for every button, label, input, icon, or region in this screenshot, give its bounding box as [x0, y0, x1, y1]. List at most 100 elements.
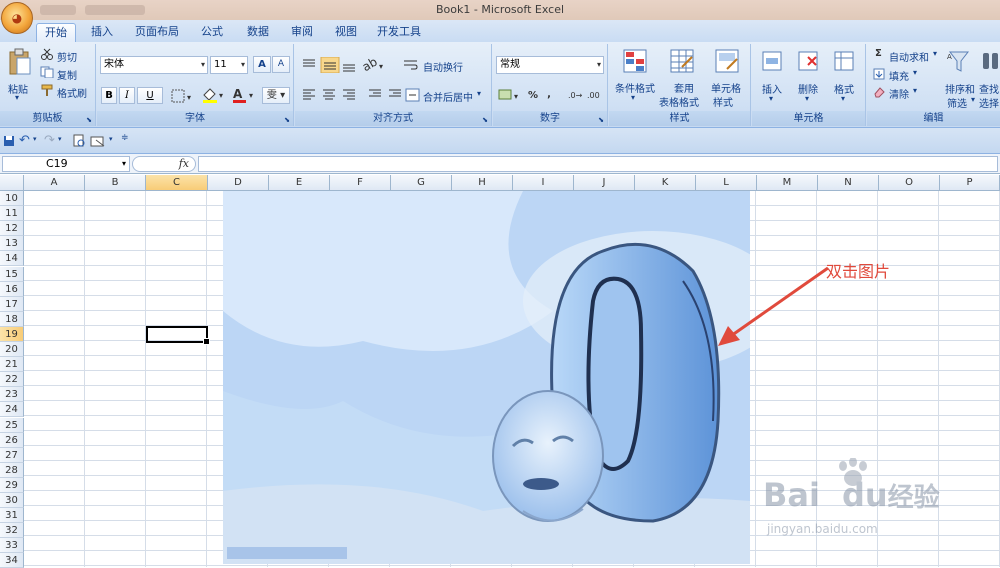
dialog-launcher-icon[interactable]: ⬊ [482, 116, 488, 124]
column-header-d[interactable]: D [208, 175, 269, 191]
chevron-down-icon[interactable]: ▾ [58, 135, 62, 143]
font-size-combo[interactable]: 11 ▾ [210, 56, 248, 74]
find-select-label-2[interactable]: 选择 [979, 95, 999, 110]
chevron-down-icon[interactable]: ▾ [841, 94, 845, 103]
chevron-down-icon[interactable]: ▾ [913, 86, 917, 95]
cell-styles-icon[interactable] [715, 49, 741, 75]
find-select-label[interactable]: 查找 [979, 81, 999, 96]
row-header-31[interactable]: 31 [0, 508, 24, 524]
row-header-15[interactable]: 15 [0, 266, 24, 282]
row-header-22[interactable]: 22 [0, 372, 24, 388]
tab-view[interactable]: 视图 [326, 23, 366, 42]
row-header-19[interactable]: 19 [0, 326, 24, 342]
format-painter-button[interactable]: 格式刷 [57, 85, 87, 100]
delete-cells-icon[interactable] [796, 49, 822, 75]
chevron-down-icon[interactable]: ▾ [805, 94, 809, 103]
chevron-down-icon[interactable]: ▾ [631, 93, 635, 102]
row-header-24[interactable]: 24 [0, 402, 24, 418]
italic-button[interactable]: I [119, 87, 135, 104]
column-header-f[interactable]: F [330, 175, 391, 191]
column-header-g[interactable]: G [391, 175, 452, 191]
column-header-m[interactable]: M [757, 175, 818, 191]
autosum-button[interactable]: 自动求和 [889, 49, 929, 64]
row-header-17[interactable]: 17 [0, 296, 24, 312]
row-header-10[interactable]: 10 [0, 191, 24, 206]
chevron-down-icon[interactable]: ▾ [477, 89, 481, 98]
office-button[interactable]: ◕ [1, 2, 33, 34]
insert-function-box[interactable]: fx [132, 156, 196, 172]
row-header-27[interactable]: 27 [0, 447, 24, 463]
row-header-29[interactable]: 29 [0, 477, 24, 493]
chevron-down-icon[interactable]: ▾ [15, 93, 19, 102]
row-header-20[interactable]: 20 [0, 342, 24, 357]
row-header-11[interactable]: 11 [0, 206, 24, 222]
select-all-corner[interactable] [0, 175, 24, 191]
tab-data[interactable]: 数据 [238, 23, 278, 42]
customize-qat-icon[interactable]: ≑ [121, 133, 129, 143]
column-header-j[interactable]: J [574, 175, 635, 191]
format-as-table-icon[interactable] [670, 49, 696, 75]
name-box[interactable]: C19 ▾ [2, 156, 130, 172]
horizontal-align-icons[interactable] [301, 88, 401, 102]
binoculars-icon[interactable] [981, 49, 1000, 75]
column-header-n[interactable]: N [818, 175, 879, 191]
fill-color-icon[interactable]: ▾ [201, 87, 227, 103]
cell-styles-label-2[interactable]: 样式 [713, 94, 733, 109]
sort-filter-icon[interactable]: A [947, 49, 971, 75]
column-header-p[interactable]: P [940, 175, 1000, 191]
phonetic-button[interactable]: 雯 ▾ [262, 87, 290, 104]
row-header-14[interactable]: 14 [0, 251, 24, 267]
dialog-launcher-icon[interactable]: ⬊ [598, 116, 604, 124]
row-header-32[interactable]: 32 [0, 523, 24, 539]
clear-button[interactable]: 清除 [889, 86, 909, 101]
chevron-down-icon[interactable]: ▾ [971, 95, 975, 104]
undo-icon[interactable]: ↶ [19, 133, 30, 148]
underline-button[interactable]: U [137, 87, 163, 104]
comma-button[interactable]: , [544, 86, 554, 103]
copy-button[interactable]: 复制 [57, 67, 77, 82]
paste-icon[interactable] [8, 48, 32, 76]
percent-button[interactable]: % [526, 87, 540, 104]
row-header-26[interactable]: 26 [0, 432, 24, 448]
chevron-down-icon[interactable]: ▾ [913, 68, 917, 77]
row-header-25[interactable]: 25 [0, 417, 24, 433]
chevron-down-icon[interactable]: ▾ [33, 135, 37, 143]
row-header-34[interactable]: 34 [0, 553, 24, 568]
column-header-k[interactable]: K [635, 175, 696, 191]
tab-insert[interactable]: 插入 [84, 23, 120, 42]
print-preview-icon[interactable] [72, 134, 86, 148]
column-header-h[interactable]: H [452, 175, 513, 191]
row-header-28[interactable]: 28 [0, 462, 24, 478]
number-format-combo[interactable]: 常规 ▾ [496, 56, 604, 74]
tab-page-layout[interactable]: 页面布局 [128, 23, 186, 42]
column-header-a[interactable]: A [24, 175, 85, 191]
tab-formulas[interactable]: 公式 [192, 23, 232, 42]
format-cells-icon[interactable] [832, 49, 858, 75]
dialog-launcher-icon[interactable]: ⬊ [284, 116, 290, 124]
tab-review[interactable]: 审阅 [282, 23, 322, 42]
sort-filter-label-2[interactable]: 筛选 [947, 95, 967, 110]
wrap-text-button[interactable]: 自动换行 [423, 59, 463, 74]
column-header-b[interactable]: B [85, 175, 146, 191]
tab-home[interactable]: 开始 [36, 23, 76, 42]
tool-icon[interactable] [90, 134, 108, 148]
orientation-icon[interactable]: ab ▾ [361, 56, 387, 74]
cut-button[interactable]: 剪切 [57, 49, 77, 64]
fx-icon[interactable]: fx [179, 157, 189, 170]
border-icon[interactable]: ▾ [171, 89, 195, 103]
cell-styles-label[interactable]: 单元格 [711, 80, 741, 95]
column-header-c[interactable]: C [146, 175, 208, 191]
row-header-13[interactable]: 13 [0, 236, 24, 252]
save-icon[interactable] [3, 135, 15, 147]
decimal-icons[interactable]: .0→ .00 [567, 88, 605, 102]
tab-developer[interactable]: 开发工具 [370, 23, 428, 42]
redo-icon[interactable]: ↷ [44, 133, 55, 148]
font-name-combo[interactable]: 宋体 ▾ [100, 56, 208, 74]
column-header-i[interactable]: I [513, 175, 574, 191]
chevron-down-icon[interactable]: ▾ [933, 49, 937, 58]
merge-center-button[interactable]: 合并后居中 [423, 89, 473, 104]
format-as-table-label[interactable]: 套用 [674, 80, 694, 95]
fill-button[interactable]: 填充 [889, 68, 909, 83]
row-header-21[interactable]: 21 [0, 357, 24, 373]
row-header-18[interactable]: 18 [0, 311, 24, 327]
